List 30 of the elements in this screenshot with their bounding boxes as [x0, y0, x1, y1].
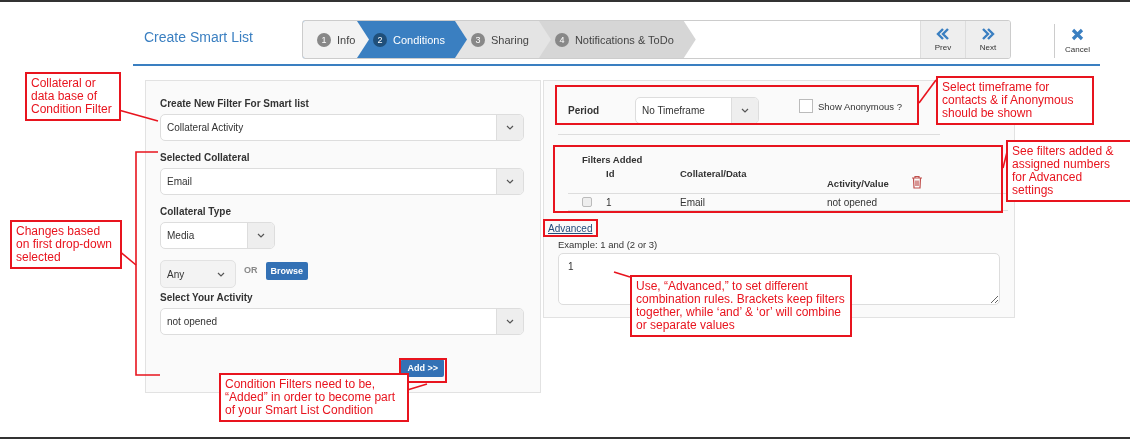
period-label: Period — [567, 104, 601, 116]
annotation-tooltip: Changes based on first drop-down selected — [10, 220, 122, 269]
step-label: Notifications & ToDo — [574, 33, 674, 46]
step-number: 4 — [554, 32, 569, 47]
table-cell-text: 1 — [606, 196, 613, 208]
field-label: Selected Collateral — [160, 152, 251, 163]
example-hint: Example: 1 and (2 or 3) — [558, 239, 659, 250]
step-number: 1 — [317, 32, 331, 47]
annotation-tooltip: Collateral or data base of Condition Filter — [25, 72, 121, 121]
column-header: Activity/Value — [827, 178, 890, 189]
step-label: Info — [337, 33, 356, 46]
step-label: Sharing — [491, 33, 529, 46]
page-title: Create Smart List — [143, 29, 254, 45]
annotation-tooltip: Select timeframe for contacts & if Anonymous should be shown — [936, 76, 1094, 125]
checkbox-label: Show Anonymous ? — [818, 100, 902, 112]
field-label: Create New Filter For Smart list — [160, 98, 310, 109]
step-number: 3 — [471, 32, 485, 47]
section-title: Filters Added — [582, 154, 643, 165]
or-label: OR — [244, 265, 258, 275]
step-number: 2 — [373, 32, 387, 47]
step-label: Conditions — [393, 33, 445, 46]
table-cell-text: Email — [680, 196, 706, 208]
annotation-tooltip: Condition Filters need to be, “Added” in order to become part of your Smart List Condition — [219, 373, 409, 422]
table-cell-text: not opened — [827, 196, 879, 208]
annotation-tooltip: See filters added & assigned numbers for Advanced settings — [1006, 140, 1130, 202]
column-header: Collateral/Data — [680, 168, 748, 179]
column-header: Id — [606, 168, 616, 179]
annotation-tooltip: Use, “Advanced,” to set different combination rules. Brackets keep filters together, while ‘and’ & ‘or’ will combine or separate values — [630, 275, 852, 337]
field-label: Collateral Type — [160, 206, 232, 217]
field-label: Select Your Activity — [160, 292, 254, 303]
